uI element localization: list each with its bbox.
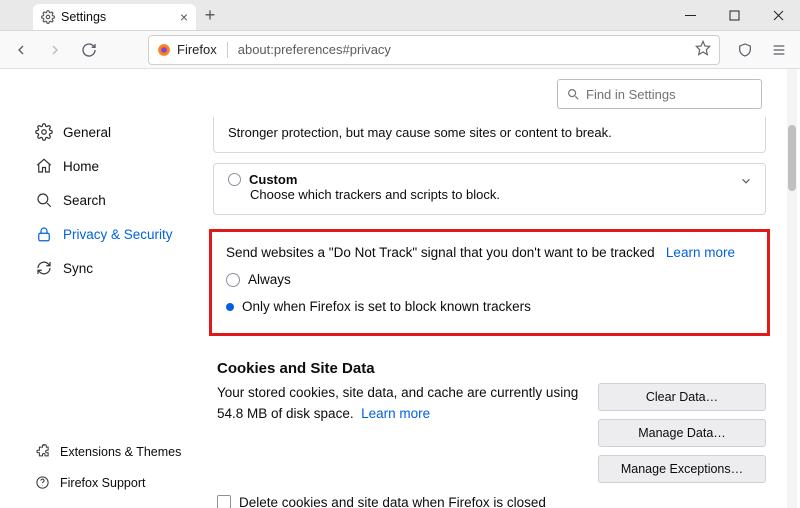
cookies-button-column: Clear Data… Manage Data… Manage Exceptio… [598, 383, 766, 483]
lock-icon [35, 225, 53, 243]
bookmark-star-icon[interactable] [695, 40, 711, 59]
url-bar[interactable]: Firefox about:preferences#privacy [148, 35, 720, 65]
radio-icon-selected[interactable] [226, 303, 234, 311]
puzzle-icon [35, 444, 50, 459]
nav-forward[interactable] [40, 35, 70, 65]
radio-label: Always [248, 269, 291, 292]
chevron-down-icon[interactable] [739, 174, 753, 191]
card-text: Stronger protection, but may cause some … [228, 125, 751, 140]
settings-content: Stronger protection, but may cause some … [207, 109, 780, 508]
manage-exceptions-button[interactable]: Manage Exceptions… [598, 455, 766, 483]
sidebar-label: Privacy & Security [63, 227, 173, 242]
scrollbar-thumb[interactable] [788, 125, 796, 191]
tab-title: Settings [61, 10, 106, 24]
radio-icon[interactable] [226, 273, 240, 287]
page-body: General Home Search Privacy & Security S… [0, 69, 800, 508]
sidebar-support[interactable]: Firefox Support [0, 467, 207, 498]
sidebar-label: Sync [63, 261, 93, 276]
sidebar-extensions[interactable]: Extensions & Themes [0, 436, 207, 467]
sidebar-item-search[interactable]: Search [0, 183, 207, 217]
url-separator [227, 42, 228, 58]
settings-search-input[interactable]: Find in Settings [557, 79, 762, 109]
pocket-icon[interactable] [730, 35, 760, 65]
sidebar-footer: Extensions & Themes Firefox Support [0, 436, 207, 508]
window-minimize[interactable] [668, 0, 712, 30]
sidebar-label: General [63, 125, 111, 140]
settings-sidebar: General Home Search Privacy & Security S… [0, 69, 207, 508]
browser-tab[interactable]: Settings × [33, 4, 196, 30]
sidebar-item-privacy[interactable]: Privacy & Security [0, 217, 207, 251]
app-menu-icon[interactable] [764, 35, 794, 65]
sidebar-item-sync[interactable]: Sync [0, 251, 207, 285]
tab-close-icon[interactable]: × [180, 9, 188, 25]
protection-custom-card[interactable]: Custom Choose which trackers and scripts… [213, 163, 766, 215]
search-placeholder: Find in Settings [586, 87, 676, 102]
new-tab-button[interactable]: + [196, 0, 224, 30]
delete-on-close-option[interactable]: Delete cookies and site data when Firefo… [217, 495, 772, 508]
checkbox-label: Delete cookies and site data when Firefo… [239, 495, 546, 508]
settings-main: Find in Settings Stronger protection, bu… [207, 69, 800, 508]
sidebar-item-home[interactable]: Home [0, 149, 207, 183]
sidebar-label: Firefox Support [60, 476, 145, 490]
url-context: Firefox [177, 42, 217, 57]
scrollbar[interactable] [787, 69, 797, 508]
firefox-icon [157, 43, 171, 57]
search-icon [35, 191, 53, 209]
window-controls [668, 0, 800, 30]
home-icon [35, 157, 53, 175]
radio-icon[interactable] [228, 173, 241, 186]
search-icon [566, 87, 580, 101]
button-label: Manage Exceptions… [621, 462, 743, 476]
window-close[interactable] [756, 0, 800, 30]
card-title: Custom [249, 172, 297, 187]
dnt-text: Send websites a "Do Not Track" signal th… [226, 245, 655, 260]
clear-data-button[interactable]: Clear Data… [598, 383, 766, 411]
button-label: Clear Data… [646, 390, 718, 404]
gear-icon [35, 123, 53, 141]
dnt-option-only[interactable]: Only when Firefox is set to block known … [226, 296, 749, 319]
card-desc: Choose which trackers and scripts to blo… [228, 187, 751, 202]
cookies-line1b: of disk space. [267, 406, 353, 421]
sidebar-label: Search [63, 193, 106, 208]
sidebar-label: Extensions & Themes [60, 445, 181, 459]
radio-label: Only when Firefox is set to block known … [242, 296, 531, 319]
cookies-heading: Cookies and Site Data [217, 360, 772, 377]
do-not-track-section: Send websites a "Do Not Track" signal th… [209, 229, 770, 336]
browser-toolbar: Firefox about:preferences#privacy [0, 31, 800, 69]
sync-icon [35, 259, 53, 277]
sidebar-label: Home [63, 159, 99, 174]
gear-icon [41, 10, 55, 24]
checkbox-icon[interactable] [217, 495, 231, 508]
cookies-learn-more-link[interactable]: Learn more [361, 406, 430, 421]
dnt-learn-more-link[interactable]: Learn more [666, 245, 735, 260]
cookies-text: Your stored cookies, site data, and cach… [217, 383, 582, 425]
titlebar: Settings × + [0, 0, 800, 31]
dnt-option-always[interactable]: Always [226, 269, 749, 292]
nav-reload[interactable] [74, 35, 104, 65]
protection-stronger-note: Stronger protection, but may cause some … [213, 117, 766, 153]
manage-data-button[interactable]: Manage Data… [598, 419, 766, 447]
cookies-line1a: Your stored cookies, site data, and cach… [217, 385, 578, 400]
nav-back[interactable] [6, 35, 36, 65]
url-text: about:preferences#privacy [238, 42, 391, 57]
help-icon [35, 475, 50, 490]
cookies-row: Your stored cookies, site data, and cach… [207, 383, 772, 483]
button-label: Manage Data… [638, 426, 726, 440]
window-maximize[interactable] [712, 0, 756, 30]
sidebar-item-general[interactable]: General [0, 115, 207, 149]
cookies-size: 54.8 MB [217, 406, 267, 421]
